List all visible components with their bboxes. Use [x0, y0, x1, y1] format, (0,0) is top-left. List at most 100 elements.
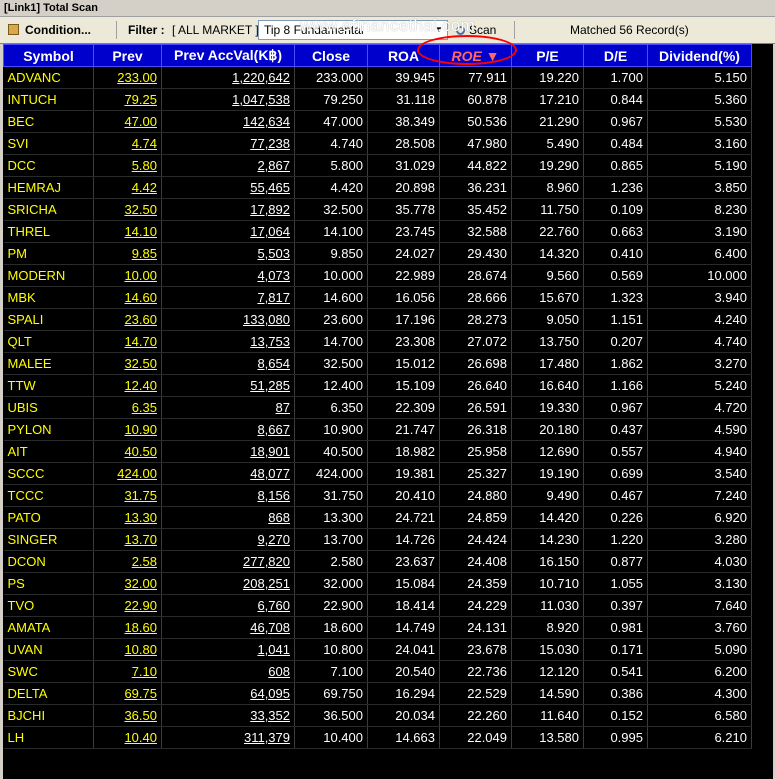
cell-symbol[interactable]: SINGER: [3, 528, 94, 551]
cell-symbol[interactable]: THREL: [3, 220, 94, 243]
table-row[interactable]: TCCC 31.75 8,156 31.750 20.410 24.880 9.490 0.4…: [3, 484, 752, 507]
cell-prev[interactable]: 22.90: [93, 594, 162, 617]
cell-prev[interactable]: 14.10: [93, 220, 162, 243]
table-row[interactable]: HEMRAJ 4.42 55,465 4.420 20.898 36.231 8.960 1.…: [3, 176, 752, 199]
cell-prev-accval[interactable]: 18,901: [161, 440, 295, 463]
table-row[interactable]: AIT 40.50 18,901 40.500 18.982 25.958 12.690 0.…: [3, 440, 752, 463]
cell-prev-accval[interactable]: 868: [161, 506, 295, 529]
cell-prev[interactable]: 10.40: [93, 726, 162, 749]
cell-prev[interactable]: 32.50: [93, 352, 162, 375]
col-header-de[interactable]: D/E: [583, 44, 648, 67]
cell-prev[interactable]: 13.70: [93, 528, 162, 551]
cell-symbol[interactable]: DELTA: [3, 682, 94, 705]
cell-prev[interactable]: 2.58: [93, 550, 162, 573]
cell-symbol[interactable]: UVAN: [3, 638, 94, 661]
cell-symbol[interactable]: SRICHA: [3, 198, 94, 221]
cell-prev-accval[interactable]: 1,220,642: [161, 66, 295, 89]
cell-symbol[interactable]: BEC: [3, 110, 94, 133]
col-header-symbol[interactable]: Symbol: [3, 44, 94, 67]
cell-symbol[interactable]: SCCC: [3, 462, 94, 485]
cell-prev[interactable]: 233.00: [93, 66, 162, 89]
cell-symbol[interactable]: MODERN: [3, 264, 94, 287]
table-row[interactable]: PS 32.00 208,251 32.000 15.084 24.359 10.710 1.…: [3, 572, 752, 595]
table-row[interactable]: SVI 4.74 77,238 4.740 28.508 47.980 5.490 0.484…: [3, 132, 752, 155]
cell-symbol[interactable]: SVI: [3, 132, 94, 155]
table-row[interactable]: SWC 7.10 608 7.100 20.540 22.736 12.120 0.541 6.…: [3, 660, 752, 683]
cell-prev-accval[interactable]: 17,064: [161, 220, 295, 243]
cell-prev[interactable]: 4.42: [93, 176, 162, 199]
cell-prev-accval[interactable]: 608: [161, 660, 295, 683]
cell-prev-accval[interactable]: 8,667: [161, 418, 295, 441]
table-row[interactable]: UBIS 6.35 87 6.350 22.309 26.591 19.330 0.967 4.…: [3, 396, 752, 419]
cell-symbol[interactable]: HEMRAJ: [3, 176, 94, 199]
table-row[interactable]: MALEE 32.50 8,654 32.500 15.012 26.698 17.480 1…: [3, 352, 752, 375]
col-header-close[interactable]: Close: [294, 44, 368, 67]
cell-prev-accval[interactable]: 8,156: [161, 484, 295, 507]
cell-prev-accval[interactable]: 77,238: [161, 132, 295, 155]
cell-symbol[interactable]: AMATA: [3, 616, 94, 639]
table-row[interactable]: DCON 2.58 277,820 2.580 23.637 24.408 16.150 0.…: [3, 550, 752, 573]
filter-market-button[interactable]: [ ALL MARKET ]: [168, 20, 263, 40]
col-header-prev[interactable]: Prev: [93, 44, 162, 67]
col-header-pe[interactable]: P/E: [511, 44, 584, 67]
cell-symbol[interactable]: MBK: [3, 286, 94, 309]
cell-prev[interactable]: 47.00: [93, 110, 162, 133]
table-row[interactable]: DCC 5.80 2,867 5.800 31.029 44.822 19.290 0.865…: [3, 154, 752, 177]
cell-prev-accval[interactable]: 2,867: [161, 154, 295, 177]
cell-prev-accval[interactable]: 5,503: [161, 242, 295, 265]
table-row[interactable]: SRICHA 32.50 17,892 32.500 35.778 35.452 11.75…: [3, 198, 752, 221]
cell-prev-accval[interactable]: 13,753: [161, 330, 295, 353]
table-row[interactable]: PM 9.85 5,503 9.850 24.027 29.430 14.320 0.410 6…: [3, 242, 752, 265]
cell-prev-accval[interactable]: 55,465: [161, 176, 295, 199]
table-row[interactable]: QLT 14.70 13,753 14.700 23.308 27.072 13.750 0.…: [3, 330, 752, 353]
cell-prev[interactable]: 18.60: [93, 616, 162, 639]
table-row[interactable]: UVAN 10.80 1,041 10.800 24.041 23.678 15.030 0.…: [3, 638, 752, 661]
cell-prev-accval[interactable]: 64,095: [161, 682, 295, 705]
cell-prev-accval[interactable]: 46,708: [161, 616, 295, 639]
table-row[interactable]: TTW 12.40 51,285 12.400 15.109 26.640 16.640 1.…: [3, 374, 752, 397]
cell-symbol[interactable]: PS: [3, 572, 94, 595]
cell-symbol[interactable]: UBIS: [3, 396, 94, 419]
cell-prev-accval[interactable]: 277,820: [161, 550, 295, 573]
cell-prev-accval[interactable]: 48,077: [161, 462, 295, 485]
cell-prev-accval[interactable]: 4,073: [161, 264, 295, 287]
col-header-dividend[interactable]: Dividend(%): [647, 44, 752, 67]
table-row[interactable]: SCCC 424.00 48,077 424.000 19.381 25.327 19.19…: [3, 462, 752, 485]
cell-symbol[interactable]: PM: [3, 242, 94, 265]
table-row[interactable]: LH 10.40 311,379 10.400 14.663 22.049 13.580 0.…: [3, 726, 752, 749]
cell-prev[interactable]: 10.80: [93, 638, 162, 661]
table-row[interactable]: SINGER 13.70 9,270 13.700 14.726 24.424 14.230…: [3, 528, 752, 551]
cell-prev-accval[interactable]: 87: [161, 396, 295, 419]
cell-prev-accval[interactable]: 7,817: [161, 286, 295, 309]
cell-prev[interactable]: 5.80: [93, 154, 162, 177]
cell-symbol[interactable]: DCC: [3, 154, 94, 177]
scan-results-grid[interactable]: Symbol Prev Prev AccVal(K฿) Close ROA RO…: [3, 44, 773, 779]
cell-prev[interactable]: 32.50: [93, 198, 162, 221]
table-row[interactable]: PATO 13.30 868 13.300 24.721 24.859 14.420 0.22…: [3, 506, 752, 529]
cell-prev[interactable]: 10.90: [93, 418, 162, 441]
cell-prev[interactable]: 9.85: [93, 242, 162, 265]
cell-prev[interactable]: 36.50: [93, 704, 162, 727]
cell-prev-accval[interactable]: 6,760: [161, 594, 295, 617]
cell-prev[interactable]: 13.30: [93, 506, 162, 529]
cell-prev[interactable]: 31.75: [93, 484, 162, 507]
table-row[interactable]: MODERN 10.00 4,073 10.000 22.989 28.674 9.560 0…: [3, 264, 752, 287]
cell-symbol[interactable]: PATO: [3, 506, 94, 529]
cell-prev[interactable]: 14.60: [93, 286, 162, 309]
cell-prev-accval[interactable]: 1,047,538: [161, 88, 295, 111]
cell-symbol[interactable]: MALEE: [3, 352, 94, 375]
cell-prev-accval[interactable]: 133,080: [161, 308, 295, 331]
condition-button[interactable]: Condition...: [4, 20, 95, 40]
cell-prev[interactable]: 69.75: [93, 682, 162, 705]
cell-prev[interactable]: 12.40: [93, 374, 162, 397]
table-row[interactable]: BEC 47.00 142,634 47.000 38.349 50.536 21.290 0…: [3, 110, 752, 133]
table-row[interactable]: AMATA 18.60 46,708 18.600 14.749 24.131 8.920 0…: [3, 616, 752, 639]
cell-prev-accval[interactable]: 142,634: [161, 110, 295, 133]
table-row[interactable]: SPALI 23.60 133,080 23.600 17.196 28.273 9.050…: [3, 308, 752, 331]
cell-symbol[interactable]: BJCHI: [3, 704, 94, 727]
cell-prev-accval[interactable]: 1,041: [161, 638, 295, 661]
cell-prev-accval[interactable]: 33,352: [161, 704, 295, 727]
cell-symbol[interactable]: TCCC: [3, 484, 94, 507]
table-row[interactable]: THREL 14.10 17,064 14.100 23.745 32.588 22.760…: [3, 220, 752, 243]
cell-prev[interactable]: 23.60: [93, 308, 162, 331]
